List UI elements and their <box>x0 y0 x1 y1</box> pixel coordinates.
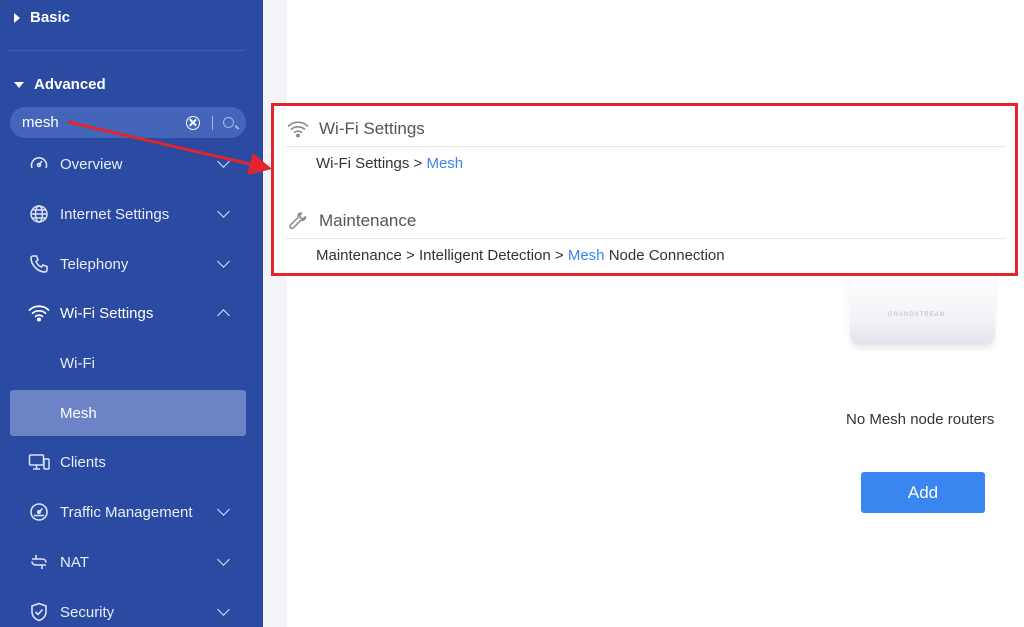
result-path-match: Mesh <box>567 247 605 264</box>
sidebar-item-internet-settings[interactable]: Internet Settings <box>10 191 246 237</box>
wifi-icon <box>286 119 310 139</box>
divider <box>8 50 245 51</box>
result-path-prefix: Maintenance > Intelligent Detection > <box>316 247 568 264</box>
search-divider <box>212 115 213 130</box>
sidebar-subitem-mesh[interactable]: Mesh <box>10 390 246 436</box>
gauge-icon <box>28 153 50 175</box>
menu-search <box>10 107 246 138</box>
result-link-wifi-mesh[interactable]: Wi-Fi Settings > Mesh <box>316 155 463 172</box>
section-basic-label: Basic <box>30 9 71 26</box>
chevron-up-icon <box>217 309 230 322</box>
sidebar-item-label: NAT <box>60 553 89 571</box>
sidebar-subitem-label: Wi-Fi <box>60 354 95 372</box>
sidebar-item-nat[interactable]: NAT <box>10 539 246 585</box>
result-divider <box>286 146 1006 147</box>
sidebar-item-wifi-settings[interactable]: Wi-Fi Settings <box>10 290 246 336</box>
sidebar-item-label: Internet Settings <box>60 205 170 223</box>
globe-icon <box>28 203 50 225</box>
sidebar-item-label: Traffic Management <box>60 503 193 521</box>
devices-icon <box>28 451 50 473</box>
sidebar-item-label: Clients <box>60 453 106 471</box>
result-link-mesh-node-connection[interactable]: Maintenance > Intelligent Detection > Me… <box>316 247 725 264</box>
nat-icon <box>28 551 50 573</box>
sidebar-item-clients[interactable]: Clients <box>10 439 246 485</box>
mesh-router-image: GRANDSTREAM <box>850 270 995 345</box>
caret-down-icon <box>14 81 24 88</box>
sidebar-item-security[interactable]: Security <box>10 589 246 627</box>
sidebar: Basic Advanced Overview Internet Setting… <box>0 0 263 627</box>
sidebar-item-label: Overview <box>60 155 123 173</box>
sidebar-item-overview[interactable]: Overview <box>10 141 246 187</box>
clear-icon[interactable] <box>186 115 200 130</box>
section-advanced-label: Advanced <box>34 76 106 93</box>
section-basic[interactable]: Basic <box>14 9 70 26</box>
result-path-match: Mesh <box>426 155 464 172</box>
phone-icon <box>28 253 50 275</box>
chevron-down-icon <box>217 255 230 268</box>
result-group-title: Wi-Fi Settings <box>319 119 425 138</box>
result-group-maintenance: Maintenance <box>286 211 416 231</box>
result-group-wifi-settings: Wi-Fi Settings <box>286 119 425 139</box>
sidebar-subitem-label: Mesh <box>60 404 97 422</box>
sidebar-subitem-wifi[interactable]: Wi-Fi <box>10 340 246 386</box>
result-divider <box>286 238 1006 239</box>
sidebar-item-telephony[interactable]: Telephony <box>10 241 246 287</box>
shield-icon <box>28 601 50 623</box>
chevron-down-icon <box>217 503 230 516</box>
result-path-prefix: Wi-Fi Settings > <box>316 155 427 172</box>
chevron-down-icon <box>217 205 230 218</box>
chevron-down-icon <box>217 155 230 168</box>
search-icon[interactable] <box>223 117 234 128</box>
sidebar-item-label: Security <box>60 603 115 621</box>
speedometer-icon <box>28 501 50 523</box>
result-path-suffix: Node Connection <box>604 247 725 264</box>
caret-right-icon <box>14 12 20 23</box>
result-group-title: Maintenance <box>319 211 417 230</box>
content-gutter <box>263 0 287 627</box>
router-brand-logo: GRANDSTREAM <box>888 312 946 318</box>
search-results-dropdown: Wi-Fi Settings Wi-Fi Settings > Mesh Mai… <box>271 103 1018 276</box>
chevron-down-icon <box>217 553 230 566</box>
menu-search-input[interactable] <box>22 114 186 131</box>
add-button[interactable]: Add <box>861 472 985 513</box>
wifi-icon <box>28 302 50 324</box>
chevron-down-icon <box>217 603 230 616</box>
wrench-icon <box>286 211 310 231</box>
sidebar-item-traffic-management[interactable]: Traffic Management <box>10 489 246 535</box>
section-advanced[interactable]: Advanced <box>14 76 106 93</box>
empty-state-text: No Mesh node routers <box>846 411 995 428</box>
sidebar-item-label: Wi-Fi Settings <box>60 304 154 322</box>
sidebar-item-label: Telephony <box>60 255 129 273</box>
